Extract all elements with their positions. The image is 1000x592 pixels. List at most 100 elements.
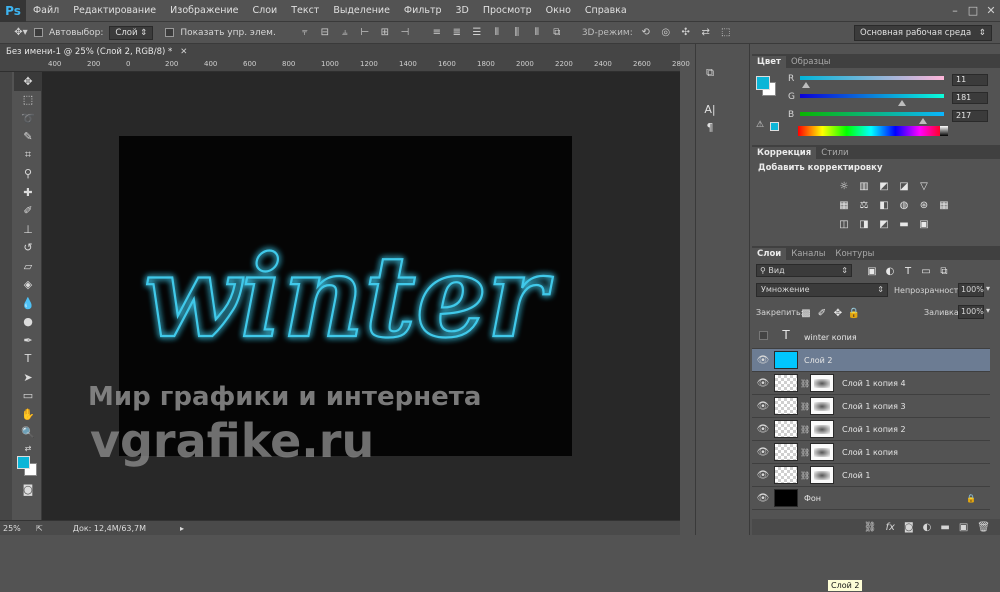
layer-row[interactable]: Twinter копия bbox=[752, 326, 990, 349]
g-slider-thumb[interactable] bbox=[898, 100, 907, 106]
distribute-right-icon[interactable]: ⫴ bbox=[530, 26, 544, 40]
autoselect-select[interactable]: Слой ⇕ bbox=[109, 25, 154, 40]
blur-tool-icon[interactable]: 💧 bbox=[14, 294, 42, 313]
move-tool-preset-icon[interactable]: ✥▾ bbox=[14, 26, 28, 40]
rectangle-tool-icon[interactable]: ▭ bbox=[14, 387, 42, 406]
3d-roll-icon[interactable]: ◎ bbox=[659, 26, 673, 40]
distribute-bottom-icon[interactable]: ☰ bbox=[470, 26, 484, 40]
background-lock-icon[interactable]: 🔒 bbox=[966, 494, 976, 503]
marquee-tool-icon[interactable]: ⬚ bbox=[14, 91, 42, 110]
exposure-icon[interactable]: ◪ bbox=[896, 179, 912, 193]
menu-item-7[interactable]: 3D bbox=[449, 5, 476, 16]
show-transform-checkbox[interactable] bbox=[165, 28, 175, 37]
swap-colors-icon[interactable]: ⇄ bbox=[14, 442, 42, 454]
layer-name[interactable]: Слой 1 копия 3 bbox=[842, 402, 906, 411]
paint-bucket-tool-icon[interactable]: ◈ bbox=[14, 276, 42, 295]
clone-stamp-tool-icon[interactable]: ⊥ bbox=[14, 220, 42, 239]
hue-saturation-icon[interactable]: ▦ bbox=[836, 198, 852, 212]
layer-row[interactable]: 👁 ⛓ Слой 1 копия bbox=[752, 441, 990, 464]
3d-scale-icon[interactable]: ⬚ bbox=[719, 26, 733, 40]
close-document-icon[interactable]: ✕ bbox=[180, 47, 187, 57]
menu-item-4[interactable]: Текст bbox=[284, 5, 326, 16]
layer-filter-select[interactable]: ⚲ Вид ⇕ bbox=[756, 264, 852, 277]
hand-tool-icon[interactable]: ✋ bbox=[14, 405, 42, 424]
r-value[interactable]: 11 bbox=[952, 74, 988, 86]
align-top-icon[interactable]: ⫧ bbox=[298, 26, 312, 40]
link-icon[interactable]: ⛓ bbox=[864, 522, 877, 533]
r-slider-track[interactable] bbox=[800, 76, 944, 80]
photoshop-logo[interactable]: Ps bbox=[0, 0, 26, 22]
layer-row[interactable]: 👁 ⛓ Слой 1 копия 4 bbox=[752, 372, 990, 395]
distribute-top-icon[interactable]: ≡ bbox=[430, 26, 444, 40]
menu-item-8[interactable]: Просмотр bbox=[476, 5, 539, 16]
lock-pixels-icon[interactable]: ✐ bbox=[814, 306, 830, 320]
layer-name[interactable]: Слой 1 bbox=[842, 471, 870, 480]
opacity-dropdown-icon[interactable]: ▾ bbox=[986, 284, 990, 293]
web-safe-color[interactable] bbox=[770, 122, 779, 131]
layer-name[interactable]: Слой 1 копия 4 bbox=[842, 379, 906, 388]
3d-slide-icon[interactable]: ⇄ bbox=[699, 26, 713, 40]
align-bottom-icon[interactable]: ⫨ bbox=[338, 26, 352, 40]
layer-row[interactable]: 👁 Слой 2 bbox=[752, 349, 990, 372]
mask-link-icon[interactable]: ⛓ bbox=[800, 425, 810, 434]
filter-adjustment-icon[interactable]: ◐ bbox=[882, 264, 898, 278]
quick-select-tool-icon[interactable]: ✎ bbox=[14, 128, 42, 147]
maximize-button[interactable]: □ bbox=[964, 4, 982, 17]
layer-thumbnail[interactable] bbox=[774, 466, 798, 484]
lasso-tool-icon[interactable]: ➰ bbox=[14, 109, 42, 128]
layer-row[interactable]: 👁 ⛓ Слой 1 копия 3 bbox=[752, 395, 990, 418]
zoom-tool-icon[interactable]: 🔍 bbox=[14, 424, 42, 443]
color-lookup-icon[interactable]: ▦ bbox=[936, 198, 952, 212]
menu-item-0[interactable]: Файл bbox=[26, 5, 66, 16]
menu-item-6[interactable]: Фильтр bbox=[397, 5, 449, 16]
lock-all-icon[interactable]: 🔒 bbox=[846, 306, 862, 320]
g-slider-track[interactable] bbox=[800, 94, 944, 98]
color-swatches[interactable] bbox=[14, 454, 42, 480]
lock-transparent-icon[interactable]: ▩ bbox=[798, 306, 814, 320]
mask-icon[interactable]: ◙ bbox=[904, 522, 914, 533]
mask-link-icon[interactable]: ⛓ bbox=[800, 471, 810, 480]
layer-thumbnail[interactable] bbox=[774, 374, 798, 392]
layer-mask-thumbnail[interactable] bbox=[810, 374, 834, 392]
layer-mask-thumbnail[interactable] bbox=[810, 420, 834, 438]
workspace-select[interactable]: Основная рабочая среда ⇕ bbox=[854, 25, 992, 41]
trash-icon[interactable]: 🗑 bbox=[977, 522, 990, 533]
export-icon[interactable]: ⇱ bbox=[36, 524, 43, 533]
fx-icon[interactable]: fx bbox=[886, 522, 895, 533]
move-tool-icon[interactable]: ✥ bbox=[14, 72, 42, 91]
quick-mask-icon[interactable]: ◙ bbox=[14, 480, 42, 499]
tab-paths[interactable]: Контуры bbox=[830, 248, 879, 260]
gradient-map-icon[interactable]: ▬ bbox=[896, 217, 912, 231]
layer-mask-thumbnail[interactable] bbox=[810, 443, 834, 461]
visibility-eye-icon[interactable]: 👁 bbox=[752, 470, 774, 481]
minimize-button[interactable]: – bbox=[946, 4, 964, 17]
g-value[interactable]: 181 bbox=[952, 92, 988, 104]
tab-adjustments[interactable]: Коррекция bbox=[752, 147, 817, 159]
distribute-vcenter-icon[interactable]: ≣ bbox=[450, 26, 464, 40]
menu-item-9[interactable]: Окно bbox=[539, 5, 578, 16]
eyedropper-tool-icon[interactable]: ⚲ bbox=[14, 165, 42, 184]
opacity-input[interactable]: 100% bbox=[958, 283, 984, 297]
layer-thumbnail[interactable] bbox=[774, 443, 798, 461]
visibility-eye-icon[interactable]: 👁 bbox=[752, 378, 774, 389]
posterize-icon[interactable]: ◨ bbox=[856, 217, 872, 231]
new-layer-icon[interactable]: ▣ bbox=[959, 522, 968, 533]
visibility-eye-icon[interactable]: 👁 bbox=[752, 447, 774, 458]
tab-channels[interactable]: Каналы bbox=[786, 248, 830, 260]
crop-tool-icon[interactable]: ⌗ bbox=[14, 146, 42, 165]
layer-row[interactable]: 👁 Фон 🔒 bbox=[752, 487, 990, 510]
levels-icon[interactable]: ▥ bbox=[856, 179, 872, 193]
channel-mixer-icon[interactable]: ⊛ bbox=[916, 198, 932, 212]
tab-color[interactable]: Цвет bbox=[752, 56, 786, 68]
filter-shape-icon[interactable]: ▭ bbox=[918, 264, 934, 278]
paragraph-icon[interactable]: ¶ bbox=[698, 118, 722, 136]
history-icon[interactable]: ⧉ bbox=[698, 64, 722, 82]
layer-row[interactable]: 👁 ⛓ Слой 1 bbox=[752, 464, 990, 487]
group-icon[interactable]: ▬ bbox=[940, 522, 949, 533]
align-left-icon[interactable]: ⊢ bbox=[358, 26, 372, 40]
lock-position-icon[interactable]: ✥ bbox=[830, 306, 846, 320]
text-layer-icon[interactable]: T bbox=[774, 328, 798, 346]
r-slider-thumb[interactable] bbox=[802, 82, 811, 88]
photo-filter-icon[interactable]: ◍ bbox=[896, 198, 912, 212]
adjustment-icon[interactable]: ◐ bbox=[923, 522, 932, 533]
